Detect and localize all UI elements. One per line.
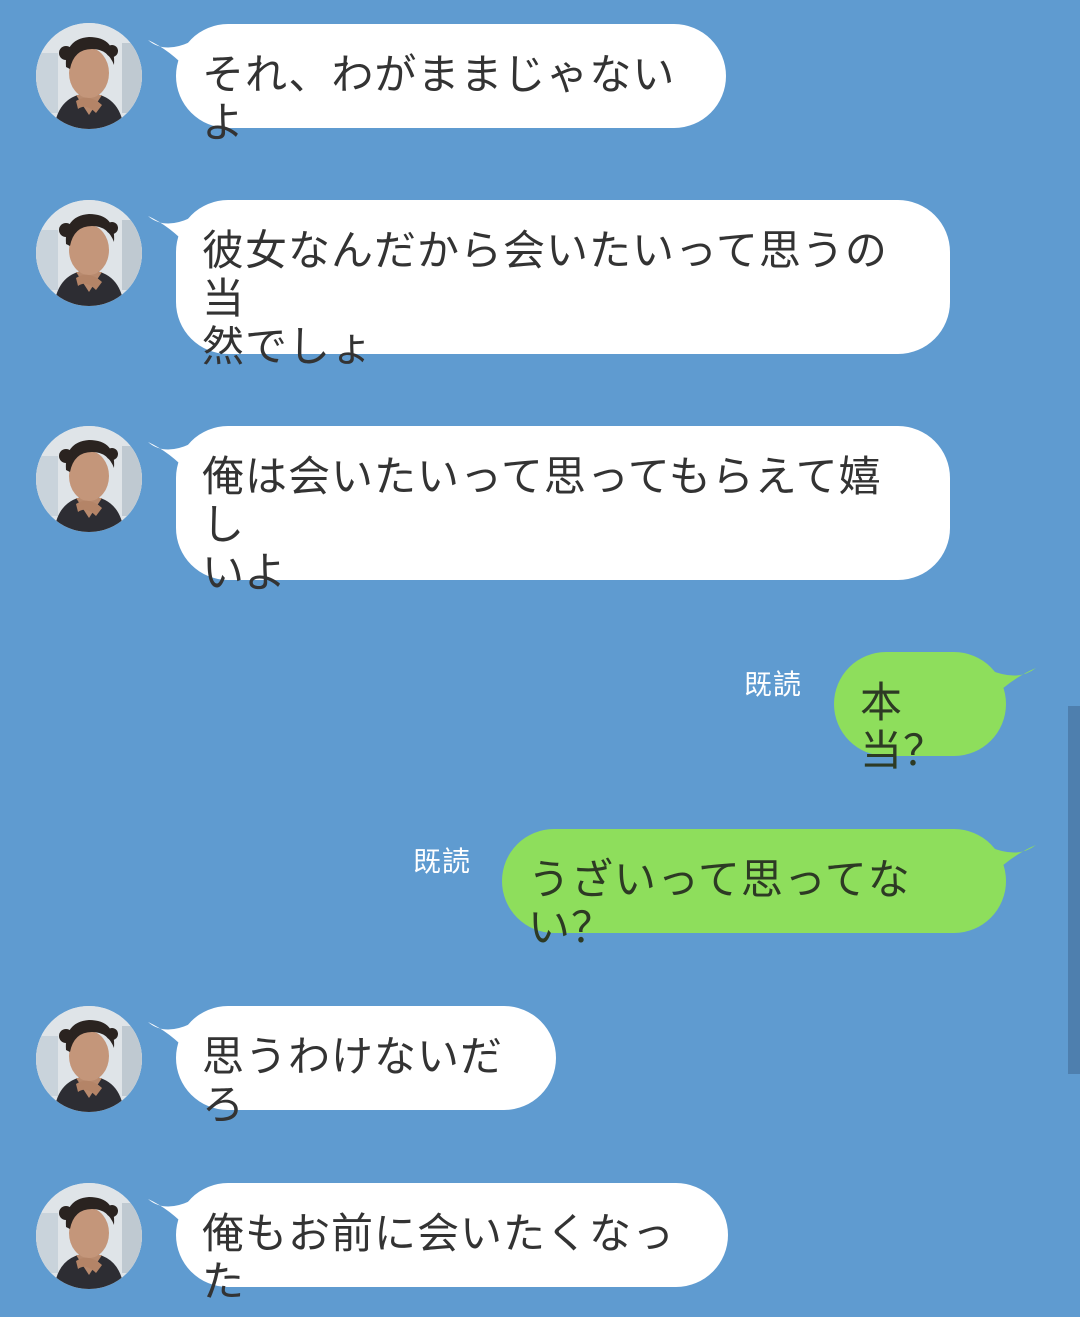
profile-photo-icon [36,23,142,129]
read-receipt: 既読 [744,668,803,701]
message-text-line: いよ [202,548,288,597]
chat-view[interactable]: それ、わがままじゃないよ 彼女なんだから会いたいって思うの当 然でしょ 俺は会い… [0,0,1080,1317]
message-bubble-incoming[interactable]: 俺もお前に会いたくなった [176,1183,728,1306]
profile-photo-icon [36,1183,142,1289]
read-receipt: 既読 [413,845,472,878]
message-text: 本当？ [860,678,947,775]
avatar[interactable] [36,200,142,306]
avatar[interactable] [36,1006,142,1112]
message-text: 思うわけないだろ [202,1032,504,1129]
message-bubble-outgoing[interactable]: 本当？ [834,652,1006,775]
message-text-line: 然でしょ [202,322,375,371]
message-bubble-incoming[interactable]: 彼女なんだから会いたいって思うの当 然でしょ [176,200,950,371]
avatar[interactable] [36,23,142,129]
bubble-tail [990,845,1036,877]
message-bubble-incoming[interactable]: それ、わがままじゃないよ [176,24,726,147]
profile-photo-icon [36,200,142,306]
message-bubble-incoming[interactable]: 俺は会いたいって思ってもらえて嬉し いよ [176,426,950,597]
avatar[interactable] [36,426,142,532]
message-bubble-incoming[interactable]: 思うわけないだろ [176,1006,556,1129]
profile-photo-icon [36,1006,142,1112]
profile-photo-icon [36,426,142,532]
scrollbar[interactable] [1068,706,1080,1074]
message-text-line: 彼女なんだから会いたいって思うの当 [202,226,888,323]
message-text-line: 俺は会いたいって思ってもらえて嬉し [202,452,882,549]
message-text: うざいって思ってない？ [528,855,911,952]
message-text: それ、わがままじゃないよ [202,50,676,147]
avatar[interactable] [36,1183,142,1289]
message-text: 俺もお前に会いたくなった [202,1209,676,1306]
bubble-tail [990,668,1036,700]
message-bubble-outgoing[interactable]: うざいって思ってない？ [502,829,1006,952]
